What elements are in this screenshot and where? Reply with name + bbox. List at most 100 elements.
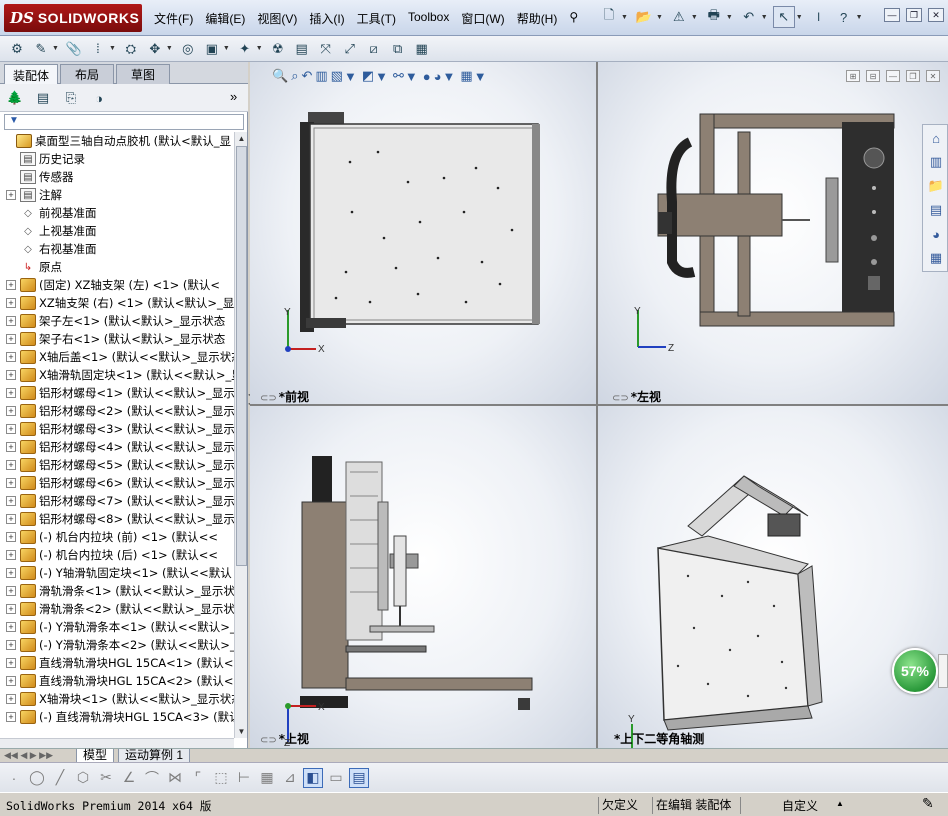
tree-item[interactable]: + 滑轨滑条<1> (默认<<默认>_显示状 <box>0 582 234 600</box>
open-file-icon[interactable]: 📂 <box>633 6 655 28</box>
tree-item[interactable]: + (-) 直线滑轨滑块HGL 15CA<3> (默认 <box>0 708 234 726</box>
link-views-icon[interactable]: ⊂⊃ <box>260 735 277 746</box>
tree-item[interactable]: + 架子左<1> (默认<默认>_显示状态 <box>0 312 234 330</box>
tree-item[interactable]: + 铝形材螺母<2> (默认<<默认>_显示 <box>0 402 234 420</box>
tab-motion-study[interactable]: 运动算例 1 <box>118 749 191 763</box>
rebuild-warning-icon[interactable]: ⚠ <box>668 6 690 28</box>
tree-item[interactable]: + (-) Y滑轨滑条本<2> (默认<<默认>_ <box>0 636 234 654</box>
tab-layout[interactable]: 布局 <box>60 64 114 84</box>
tree-vertical-scrollbar[interactable]: ▲ ▼ <box>234 132 247 738</box>
expand-icon[interactable]: + <box>6 190 16 200</box>
graphics-area[interactable]: 🔍 ⌕ ↶ ▥ ▧ ▼ ◩ ▼ ⚯ ▼ ● ◕ ▼ ▦ ▼ Y X ⊂⊃ *前视… <box>250 62 948 748</box>
quick-tips-icon[interactable]: ✎ <box>922 795 934 812</box>
grid-icon[interactable]: ▦ <box>257 768 277 788</box>
expand-icon[interactable]: + <box>6 334 16 344</box>
expand-icon[interactable]: + <box>6 568 16 578</box>
tree-item[interactable]: + 铝形材螺母<8> (默认<<默认>_显示 <box>0 510 234 528</box>
expand-icon[interactable]: + <box>6 424 16 434</box>
tab-sketch[interactable]: 草图 <box>116 64 170 84</box>
mate-icon[interactable]: 📎 <box>63 38 85 60</box>
tree-item[interactable]: + X轴滑块<1> (默认<<默认>_显示状态 <box>0 690 234 708</box>
menu-view[interactable]: 视图(V) <box>251 8 303 29</box>
clearance-icon[interactable]: ⧉ <box>387 38 409 60</box>
relation-icon[interactable]: ⊿ <box>280 768 300 788</box>
shaded-view-icon[interactable]: ◧ <box>303 767 323 788</box>
rectangle-icon[interactable]: ⬚ <box>211 768 231 788</box>
menu-edit[interactable]: 编辑(E) <box>199 8 251 29</box>
configuration-manager-icon[interactable]: ⎘ <box>60 87 82 109</box>
tree-item[interactable]: + XZ轴支架 (右) <1> (默认<默认>_显 <box>0 294 234 312</box>
corner-icon[interactable]: ⌜ <box>188 768 208 788</box>
assembly-features-icon[interactable]: ▣ <box>201 38 223 60</box>
select-cursor-icon[interactable]: ↖ <box>772 6 795 28</box>
file-explorer-icon[interactable]: 📁 <box>925 175 947 197</box>
line-icon[interactable]: ╱ <box>50 768 70 788</box>
move-component-icon[interactable]: ✥ <box>144 38 166 60</box>
menu-file[interactable]: 文件(F) <box>148 8 199 29</box>
tree-item[interactable]: + 铝形材螺母<5> (默认<<默认>_显示 <box>0 456 234 474</box>
pin-icon[interactable]: ⚲ <box>563 8 584 29</box>
tree-item[interactable]: + (-) Y轴滑轨固定块<1> (默认<<默认 <box>0 564 234 582</box>
expand-icon[interactable]: + <box>6 514 16 524</box>
close-icon[interactable]: ✕ <box>928 8 944 22</box>
progress-indicator[interactable]: 57% <box>892 648 938 694</box>
circle-icon[interactable]: ◯ <box>27 768 47 788</box>
solidworks-resources-icon[interactable]: ⌂ <box>925 127 947 149</box>
scroll-thumb[interactable] <box>236 146 247 566</box>
expand-icon[interactable]: + <box>6 586 16 596</box>
polygon-icon[interactable]: ⬡ <box>73 768 93 788</box>
tab-model[interactable]: 模型 <box>76 749 115 763</box>
viewport-top[interactable]: Z X ⊂⊃ *上视 <box>250 406 596 748</box>
expand-icon[interactable]: + <box>6 712 16 722</box>
tree-item[interactable]: + 架子右<1> (默认<默认>_显示状态 <box>0 330 234 348</box>
property-manager-icon[interactable]: ▤ <box>32 87 54 109</box>
tree-item[interactable]: ▤ 历史记录 <box>0 150 234 168</box>
custom-properties-icon[interactable]: ▦ <box>925 247 947 269</box>
tab-assembly[interactable]: 装配体 <box>4 64 58 85</box>
menu-tools[interactable]: 工具(T) <box>351 8 402 29</box>
expand-icon[interactable]: + <box>6 532 16 542</box>
interference-detection-icon[interactable]: ⧄ <box>363 38 385 60</box>
new-file-icon[interactable]: 🗋 <box>598 6 620 28</box>
show-hidden-icon[interactable]: ◎ <box>177 38 199 60</box>
scroll-up-icon[interactable]: ▲ <box>235 132 248 145</box>
new-motion-study-icon[interactable]: ☢ <box>267 38 289 60</box>
expand-icon[interactable]: + <box>6 550 16 560</box>
insert-component-icon[interactable]: ⚙ <box>6 38 28 60</box>
minimize-icon[interactable]: — <box>884 8 900 22</box>
tree-item[interactable]: + 直线滑轨滑块HGL 15CA<2> (默认< <box>0 672 234 690</box>
instant3d-icon[interactable]: ▦ <box>411 38 433 60</box>
expand-icon[interactable]: + <box>6 460 16 470</box>
design-library-icon[interactable]: ▥ <box>925 151 947 173</box>
angle-icon[interactable]: ∠ <box>119 768 139 788</box>
viewport-front[interactable]: 🔍 ⌕ ↶ ▥ ▧ ▼ ◩ ▼ ⚯ ▼ ● ◕ ▼ ▦ ▼ Y X ⊂⊃ *前视 <box>250 62 596 404</box>
trim-icon[interactable]: ✂ <box>96 768 116 788</box>
undo-icon[interactable]: ↶ <box>738 6 760 28</box>
print-icon[interactable]: 🖶 <box>703 6 725 28</box>
tree-item[interactable]: + 铝形材螺母<3> (默认<<默认>_显示 <box>0 420 234 438</box>
expand-icon[interactable]: + <box>6 406 16 416</box>
more-tabs-icon[interactable]: » <box>230 89 237 104</box>
menu-window[interactable]: 窗口(W) <box>455 8 510 29</box>
progress-side-tab[interactable] <box>938 654 948 688</box>
tree-item[interactable]: + 铝形材螺母<7> (默认<<默认>_显示 <box>0 492 234 510</box>
tree-filter[interactable]: ▼ <box>4 114 244 130</box>
status-units-caret[interactable]: ▲ <box>836 799 844 808</box>
expand-icon[interactable]: + <box>6 694 16 704</box>
tree-item[interactable]: + 滑轨滑条<2> (默认<<默认>_显示状 <box>0 600 234 618</box>
tree-item[interactable]: + ▤ 注解 <box>0 186 234 204</box>
menu-toolbox[interactable]: Toolbox <box>402 8 455 29</box>
tree-item[interactable]: + X轴滑轨固定块<1> (默认<<默认>_显 <box>0 366 234 384</box>
traffic-light-icon[interactable]: ⏽ <box>808 6 830 28</box>
filter-icon[interactable]: ▼ <box>9 115 19 126</box>
point-icon[interactable]: · <box>4 768 24 788</box>
explode-line-icon[interactable]: ⤢ <box>339 38 361 60</box>
fillet-icon[interactable]: ⌒ <box>142 768 162 788</box>
new-part-icon[interactable]: ✎ <box>30 38 52 60</box>
expand-icon[interactable]: + <box>6 442 16 452</box>
view-table-icon[interactable]: ▤ <box>349 767 369 788</box>
help-icon[interactable]: ? <box>833 6 855 28</box>
menu-insert[interactable]: 插入(I) <box>303 8 350 29</box>
tree-item[interactable]: + 铝形材螺母<1> (默认<<默认>_显示 <box>0 384 234 402</box>
tree-item[interactable]: + 铝形材螺母<6> (默认<<默认>_显示 <box>0 474 234 492</box>
